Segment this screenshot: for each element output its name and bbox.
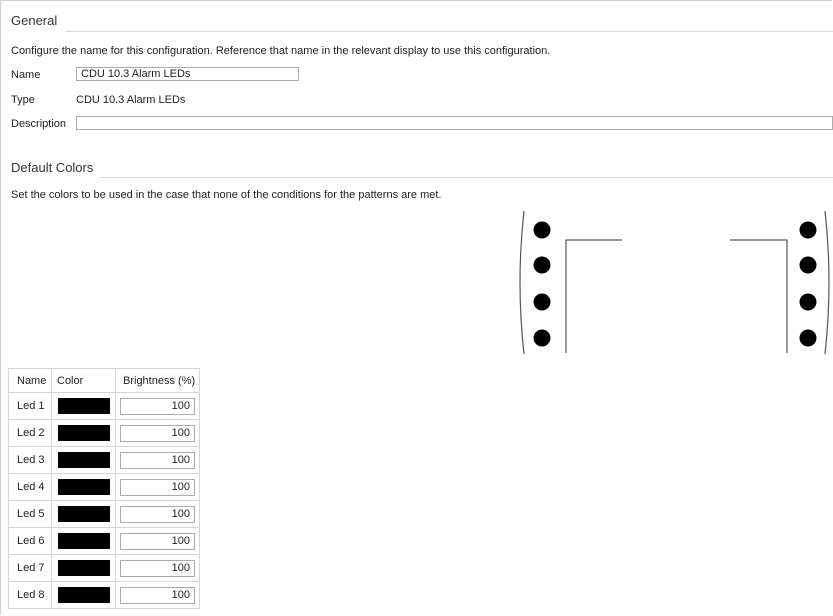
- brightness-input[interactable]: 100: [120, 532, 195, 550]
- table-row: Led 6 100: [8, 527, 200, 555]
- led-name: Led 7: [8, 554, 52, 582]
- left-bracket-icon: [519, 210, 525, 355]
- table-row: Led 3 100: [8, 446, 200, 474]
- column-header-brightness: Brightness (%): [115, 368, 200, 393]
- led-name: Led 8: [8, 581, 52, 609]
- right-bracket-icon: [824, 210, 830, 355]
- screen-right-corner: [730, 239, 788, 353]
- brightness-input[interactable]: 100: [120, 451, 195, 469]
- table-header-row: Name Color Brightness (%): [8, 368, 200, 393]
- brightness-input[interactable]: 100: [120, 478, 195, 496]
- screen-left-corner: [565, 239, 622, 353]
- led-indicator-icon: [799, 221, 817, 239]
- led-indicator-icon: [799, 293, 817, 311]
- led-indicator-icon: [533, 256, 551, 274]
- table-row: Led 5 100: [8, 500, 200, 528]
- table-row: Led 2 100: [8, 419, 200, 447]
- led-indicator-icon: [799, 329, 817, 347]
- led-name: Led 4: [8, 473, 52, 501]
- color-swatch[interactable]: [58, 479, 110, 495]
- color-swatch[interactable]: [58, 560, 110, 576]
- led-indicator-icon: [533, 293, 551, 311]
- table-row: Led 8 100: [8, 581, 200, 609]
- brightness-input[interactable]: 100: [120, 586, 195, 604]
- color-swatch[interactable]: [58, 398, 110, 414]
- led-name: Led 2: [8, 419, 52, 447]
- led-indicator-icon: [533, 329, 551, 347]
- color-swatch[interactable]: [58, 587, 110, 603]
- led-name: Led 3: [8, 446, 52, 474]
- brightness-input[interactable]: 100: [120, 559, 195, 577]
- table-row: Led 1 100: [8, 392, 200, 420]
- led-name: Led 6: [8, 527, 52, 555]
- column-header-name: Name: [8, 368, 52, 393]
- led-color-table: Name Color Brightness (%) Led 1 100 Led …: [8, 368, 200, 609]
- color-swatch[interactable]: [58, 533, 110, 549]
- color-swatch[interactable]: [58, 452, 110, 468]
- led-indicator-icon: [533, 221, 551, 239]
- led-indicator-icon: [799, 256, 817, 274]
- table-row: Led 4 100: [8, 473, 200, 501]
- brightness-input[interactable]: 100: [120, 505, 195, 523]
- brightness-input[interactable]: 100: [120, 397, 195, 415]
- color-swatch[interactable]: [58, 506, 110, 522]
- brightness-input[interactable]: 100: [120, 424, 195, 442]
- led-name: Led 1: [8, 392, 52, 420]
- table-row: Led 7 100: [8, 554, 200, 582]
- column-header-color: Color: [51, 368, 116, 393]
- color-swatch[interactable]: [58, 425, 110, 441]
- led-name: Led 5: [8, 500, 52, 528]
